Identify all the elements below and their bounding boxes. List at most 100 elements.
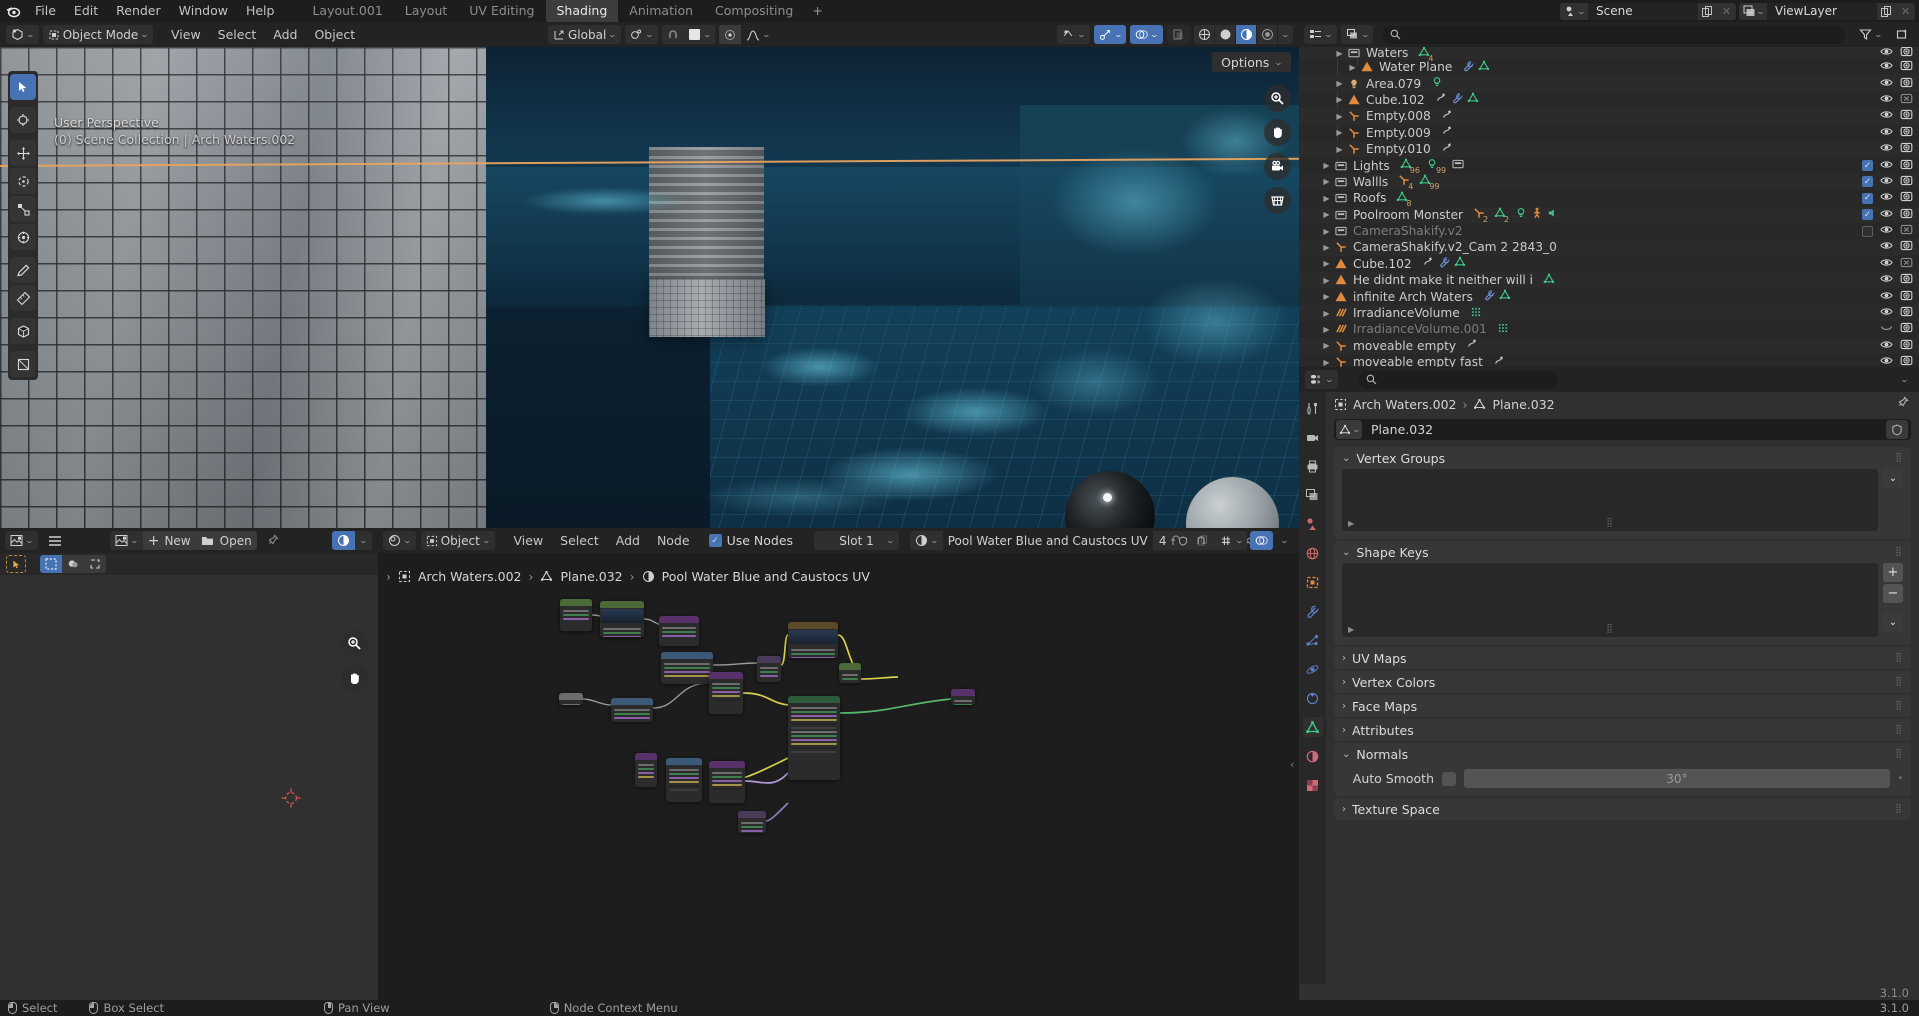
viewlayer-name[interactable]: ViewLayer (1767, 2, 1877, 20)
outliner-hide-in-viewport-icon[interactable] (1880, 256, 1893, 272)
light-data-icon[interactable] (1515, 207, 1527, 222)
empty-axes-icon[interactable]: 2 (1473, 207, 1490, 224)
shading-options-dropdown[interactable]: ⌄ (1278, 25, 1293, 44)
object-mode-selector[interactable]: Object Mode ⌄ (42, 25, 153, 44)
outliner-hide-in-viewport-icon[interactable] (1880, 321, 1893, 337)
workspace-tab-shading[interactable]: Shading (545, 0, 619, 22)
shader-node[interactable] (559, 693, 583, 705)
light-data-icon[interactable]: 99 (1426, 158, 1448, 175)
panel-header-vertex-groups[interactable]: ⌄ Vertex Groups ⣿ (1334, 447, 1911, 469)
select-lasso-icon[interactable] (84, 555, 106, 573)
material-sphere-icon[interactable]: ⌄ (910, 531, 943, 550)
cursor-tool[interactable] (10, 107, 36, 133)
hamburger-menu-icon[interactable] (43, 531, 67, 550)
outliner-hide-in-viewport-icon[interactable] (1880, 338, 1893, 354)
empty-axes-icon[interactable] (1346, 143, 1362, 155)
properties-tab-texture[interactable] (1303, 775, 1323, 795)
mesh-data-icon[interactable] (1467, 92, 1479, 107)
panel-header-face-maps[interactable]: › Face Maps ⣿ (1334, 695, 1911, 717)
animation-icon[interactable] (1435, 92, 1447, 107)
scale-tool[interactable] (10, 196, 36, 222)
lightprobe-icon[interactable] (1333, 307, 1349, 319)
mesh-data-icon[interactable] (1454, 256, 1466, 271)
workspace-tab-compositing[interactable]: Compositing (704, 0, 804, 22)
outliner-expand-arrow[interactable]: ▶ (1320, 161, 1333, 170)
outliner-row-label[interactable]: Empty.010 (1366, 142, 1431, 156)
outliner-expand-arrow[interactable]: ▶ (1320, 210, 1333, 219)
outliner-row[interactable]: ▶ Water Plane (1299, 59, 1919, 75)
outliner-disable-in-renders-icon[interactable] (1900, 76, 1913, 92)
outliner-row-label[interactable]: IrradianceVolume (1353, 306, 1460, 320)
shader-node[interactable] (709, 672, 743, 714)
outliner-row[interactable]: ▶ Roofs 8 ✓ (1299, 190, 1919, 208)
shader-node[interactable] (788, 696, 840, 780)
properties-tab-modifiers[interactable] (1303, 601, 1323, 621)
scene-icon[interactable]: ⌄ (1560, 2, 1588, 20)
properties-tab-material[interactable] (1303, 746, 1323, 766)
collection-icon[interactable] (1346, 47, 1362, 59)
breadcrumb-data-label[interactable]: Plane.032 (1492, 397, 1554, 412)
outliner-row-label[interactable]: Cube.102 (1366, 93, 1425, 107)
new-copy-icon[interactable] (1698, 2, 1717, 20)
shader-node[interactable] (560, 599, 592, 631)
mesh-datablock-name[interactable]: Plane.032 (1371, 422, 1433, 437)
select-box-icon[interactable] (40, 555, 62, 573)
outliner-disable-in-renders-icon[interactable] (1900, 59, 1913, 75)
outliner-search-input[interactable] (1382, 25, 1846, 44)
outliner-disable-in-renders-icon[interactable] (1900, 223, 1913, 239)
shader-editor[interactable]: ⌄ Object ⌄ View Select Add Node ✓ Use Nod… (378, 528, 1299, 1000)
outliner-row[interactable]: ▶ Cube.102 (1299, 256, 1919, 272)
image-view-mode-icon[interactable] (332, 531, 356, 550)
modifier-wrench-icon[interactable] (1451, 92, 1463, 107)
properties-tab-object-data[interactable] (1302, 717, 1323, 737)
pin-icon[interactable] (1896, 396, 1909, 412)
shader-node[interactable] (666, 758, 702, 802)
move-tool[interactable] (10, 140, 36, 166)
outliner-row-label[interactable]: Lights (1353, 159, 1390, 173)
shading-rendered-button[interactable] (1257, 25, 1278, 44)
shader-node[interactable] (611, 698, 653, 722)
overlays-toggle[interactable]: ⌄ (1130, 25, 1163, 44)
viewport-3d[interactable]: User Perspective (0) Scene Collection | … (0, 47, 1299, 528)
outliner-hide-in-viewport-icon[interactable] (1880, 158, 1893, 174)
outliner-disable-in-renders-icon[interactable] (1900, 92, 1913, 108)
outliner-row[interactable]: ▶ He didnt make it neither will i (1299, 272, 1919, 289)
blender-logo-icon[interactable] (0, 0, 26, 22)
outliner-hide-in-viewport-icon[interactable] (1880, 108, 1893, 124)
outliner-disable-in-renders-icon[interactable] (1900, 305, 1913, 321)
shading-material-preview-button[interactable] (1236, 25, 1257, 44)
properties-tab-render[interactable] (1303, 427, 1323, 447)
properties-tab-scene[interactable] (1303, 514, 1323, 534)
shape-keys-list[interactable]: ▶ ⣿ (1342, 563, 1878, 637)
outliner-hide-in-viewport-icon[interactable] (1880, 207, 1893, 223)
animation-icon[interactable] (1493, 355, 1505, 367)
shader-breadcrumb-mesh[interactable]: Plane.032 (560, 569, 622, 584)
mesh-data-icon[interactable]: ⌄ (1336, 420, 1362, 439)
outliner-disable-in-renders-icon[interactable] (1900, 207, 1913, 223)
shader-menu-view[interactable]: View (506, 531, 552, 550)
panel-header-normals[interactable]: ⌄ Normals ⣿ (1334, 743, 1911, 765)
panel-header-attributes[interactable]: › Attributes ⣿ (1334, 719, 1911, 741)
shader-node[interactable] (659, 616, 699, 646)
outliner-expand-arrow[interactable]: ▶ (1333, 112, 1346, 121)
empty-axes-icon[interactable] (1333, 241, 1349, 253)
outliner-row[interactable]: ▶ Area.079 (1299, 75, 1919, 92)
outliner-row-label[interactable]: Empty.008 (1366, 109, 1431, 123)
shader-node[interactable] (709, 761, 745, 803)
outliner-disable-in-renders-icon[interactable] (1900, 141, 1913, 157)
transform-orientation-selector[interactable]: Global ⌄ (548, 25, 621, 44)
collection-icon[interactable] (1333, 176, 1349, 188)
outliner-row-label[interactable]: infinite Arch Waters (1353, 290, 1473, 304)
mesh-data-icon[interactable] (1478, 60, 1490, 75)
panel-header-vertex-colors[interactable]: › Vertex Colors ⣿ (1334, 671, 1911, 693)
panel-header-shape-keys[interactable]: ⌄ Shape Keys ⣿ (1334, 541, 1911, 563)
viewport-menu-add[interactable]: Add (265, 25, 305, 44)
panel-header-uv-maps[interactable]: › UV Maps ⣿ (1334, 647, 1911, 669)
menu-render[interactable]: Render (107, 1, 170, 21)
outliner-tree[interactable]: ▶ Waters 4 ▶ Water Plane ▶ Area.079 ▶ Cube.102 ▶ E… (1299, 47, 1919, 367)
node-canvas[interactable]: › Arch Waters.002 › Plane.032 › Pool Wat… (378, 553, 1299, 1000)
workspace-tab-uv-editing[interactable]: UV Editing (458, 0, 545, 22)
animation-icon[interactable] (1441, 125, 1453, 140)
shading-solid-button[interactable] (1215, 25, 1236, 44)
transform-tool[interactable] (10, 224, 36, 250)
